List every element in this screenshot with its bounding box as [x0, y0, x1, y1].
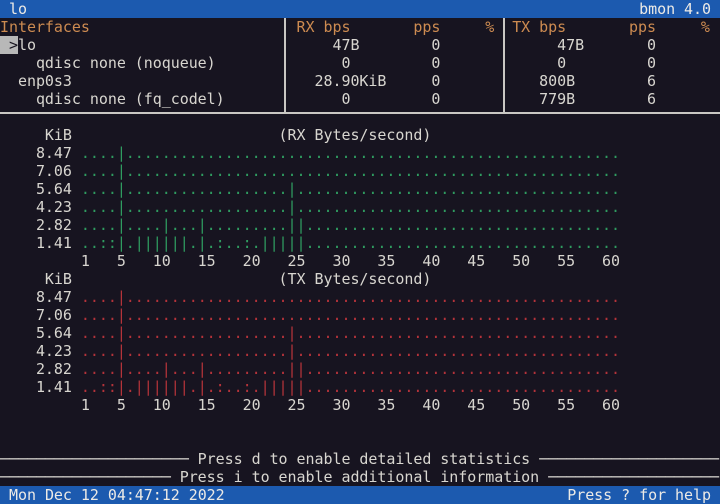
title-selected-interface: lo [9, 0, 27, 18]
interface-row-lo-text: lo 47B 0 47B 0 [17, 36, 656, 54]
title-bar: lo bmon 4.0 [0, 0, 720, 18]
rx-plot-row-0: ....|...................................… [80, 144, 621, 162]
rx-graph-row: 5.64 ....|..................|...........… [0, 180, 720, 198]
interface-row-enp0s3[interactable]: enp0s3 28.90KiB 0 800B 6 [0, 72, 720, 90]
column-separator-rx [284, 18, 286, 113]
list-separator-row [0, 108, 720, 126]
tx-graph-row: 2.82 ....|....|...|.........||..........… [0, 360, 720, 378]
rx-plot-row-1: ....|...................................… [80, 162, 621, 180]
list-header: Interfaces RX bps pps % TX bps pps % [0, 18, 710, 36]
rx-ytick-1-41: 1.41 [0, 234, 81, 252]
rx-plot-row-2: ....|..................|................… [80, 180, 621, 198]
rx-ytick-2-82: 2.82 [0, 216, 81, 234]
rx-graph-row: 4.23 ....|..................|...........… [0, 198, 720, 216]
hint-additional-info: ─────────────────── Press i to enable ad… [0, 468, 719, 486]
tx-ytick-5-64: 5.64 [0, 324, 81, 342]
rx-graph-row: 8.47 ....|..............................… [0, 144, 720, 162]
tx-ytick-4-23: 4.23 [0, 342, 81, 360]
tx-plot-row-2: ....|..................|................… [80, 324, 621, 342]
rx-plot-row-3: ....|..................|................… [80, 198, 621, 216]
title-app-version: bmon 4.0 [639, 0, 711, 18]
tx-graph-row: 7.06 ....|..............................… [0, 306, 720, 324]
tx-plot-row-0: ....|...................................… [80, 288, 621, 306]
rx-ytick-7-06: 7.06 [0, 162, 81, 180]
rx-graph-x-axis: 1 5 10 15 20 25 30 35 40 45 50 55 60 [0, 252, 621, 270]
tx-graph-row: 1.41 ..::|.||||||.|.:..:.|||||..........… [0, 378, 720, 396]
rx-graph-row: 2.82 ....|....|...|.........||..........… [0, 216, 720, 234]
tx-ytick-2-82: 2.82 [0, 360, 81, 378]
rx-ytick-8-47: 8.47 [0, 144, 81, 162]
list-bottom-separator [0, 112, 720, 114]
tx-plot-row-1: ....|...................................… [80, 306, 621, 324]
tx-graph-row: 5.64 ....|..................|...........… [0, 324, 720, 342]
column-separator-tx [503, 18, 505, 113]
hint-detailed-stats: ───────────────────── Press d to enable … [0, 450, 719, 468]
status-bar: Mon Dec 12 04:47:12 2022 Press ? for hel… [0, 486, 720, 504]
tx-ytick-7-06: 7.06 [0, 306, 81, 324]
rx-graph-title: KiB (RX Bytes/second) [0, 126, 432, 144]
tx-plot-row-3: ....|..................|................… [80, 342, 621, 360]
tx-plot-row-4: ....|....|...|.........||...............… [80, 360, 621, 378]
rx-graph-row: 1.41 ..::|.||||||.|.:..:.|||||..........… [0, 234, 720, 252]
rx-plot-row-4: ....|....|...|.........||...............… [80, 216, 621, 234]
status-help-hint: Press ? for help [567, 486, 711, 504]
tx-graph-row: 4.23 ....|..................|...........… [0, 342, 720, 360]
status-datetime: Mon Dec 12 04:47:12 2022 [9, 486, 225, 504]
selection-cursor: > [0, 36, 18, 54]
tx-ytick-1-41: 1.41 [0, 378, 81, 396]
interface-row-lo-qdisc[interactable]: qdisc none (noqueue) 0 0 0 0 [0, 54, 720, 72]
rx-plot-row-5: ..::|.||||||.|.:..:.|||||...............… [80, 234, 621, 252]
tx-graph-row: 8.47 ....|..............................… [0, 288, 720, 306]
blank-row [0, 414, 720, 432]
rx-graph-row: 7.06 ....|..............................… [0, 162, 720, 180]
tx-ytick-8-47: 8.47 [0, 288, 81, 306]
tx-plot-row-5: ..::|.||||||.|.:..:.|||||...............… [80, 378, 621, 396]
rx-ytick-4-23: 4.23 [0, 198, 81, 216]
rx-ytick-5-64: 5.64 [0, 180, 81, 198]
tx-graph-x-axis: 1 5 10 15 20 25 30 35 40 45 50 55 60 [0, 396, 621, 414]
interface-row-lo[interactable]: >lo 47B 0 47B 0 [0, 36, 720, 54]
bmon-terminal: lo bmon 4.0 Interfaces RX bps pps % TX b… [0, 0, 720, 504]
interface-row-enp0s3-qdisc[interactable]: qdisc none (fq_codel) 0 0 779B 6 [0, 90, 720, 108]
blank-row [0, 432, 720, 450]
tx-graph-title: KiB (TX Bytes/second) [0, 270, 432, 288]
